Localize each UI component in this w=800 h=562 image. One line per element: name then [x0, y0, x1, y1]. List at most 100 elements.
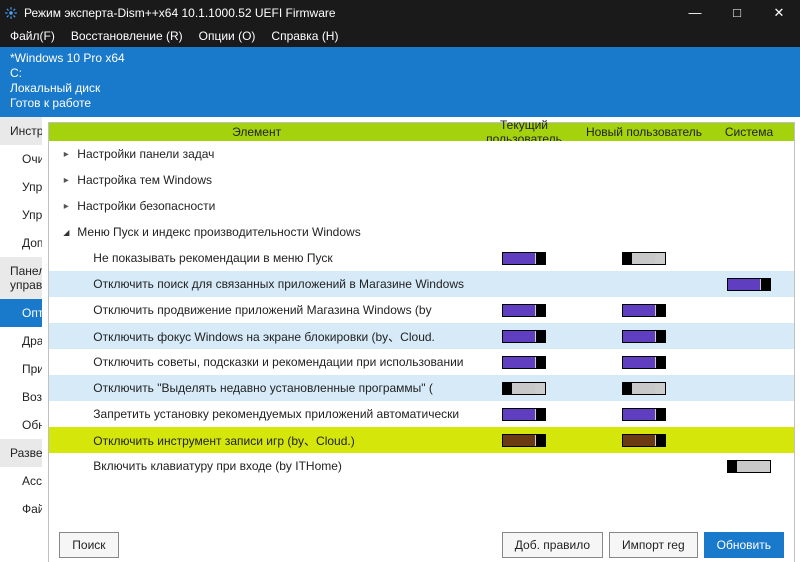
close-button[interactable]: ✕: [758, 0, 800, 25]
cell-current-user: [464, 356, 584, 369]
sidebar-item[interactable]: Обновления: [0, 411, 42, 439]
group-row[interactable]: Меню Пуск и индекс производительности Wi…: [49, 219, 794, 245]
group-row[interactable]: Настройки панели задач: [49, 141, 794, 167]
group-label: Настройки безопасности: [73, 199, 794, 213]
info-drive: C:: [10, 66, 790, 81]
import-reg-button[interactable]: Импорт reg: [609, 532, 698, 558]
toggle-switch[interactable]: [502, 434, 546, 447]
footer-bar: Поиск Доб. правило Импорт reg Обновить: [49, 524, 794, 562]
cell-new-user: [584, 304, 704, 317]
menubar: Файл(F) Восстановление (R) Опции (O) Спр…: [0, 25, 800, 47]
setting-label: Не показывать рекомендации в меню Пуск: [93, 251, 464, 265]
setting-row[interactable]: Отключить инструмент записи игр (by、Clou…: [49, 427, 794, 453]
toggle-switch[interactable]: [622, 330, 666, 343]
sidebar-item[interactable]: Приложения и возможности: [0, 355, 42, 383]
sidebar-item[interactable]: Драйверы: [0, 327, 42, 355]
toggle-switch[interactable]: [502, 304, 546, 317]
toggle-switch[interactable]: [622, 434, 666, 447]
menu-file[interactable]: Файл(F): [2, 25, 63, 47]
setting-row[interactable]: Отключить "Выделять недавно установленны…: [49, 375, 794, 401]
cell-current-user: [464, 252, 584, 265]
cell-new-user: [584, 382, 704, 395]
toggle-switch[interactable]: [622, 382, 666, 395]
setting-row[interactable]: Запретить установку рекомендуемых прилож…: [49, 401, 794, 427]
cell-new-user: [584, 408, 704, 421]
setting-label: Отключить "Выделять недавно установленны…: [93, 381, 464, 395]
expand-icon: [59, 175, 73, 186]
toggle-switch[interactable]: [622, 304, 666, 317]
cell-current-user: [464, 330, 584, 343]
cell-new-user: [584, 434, 704, 447]
group-label: Настройки панели задач: [73, 147, 794, 161]
col-system: Система: [704, 125, 794, 139]
settings-tree[interactable]: Настройки панели задач Настройка тем Wind…: [49, 141, 794, 524]
cell-system: [704, 460, 794, 473]
sidebar-item[interactable]: Оптимизация: [0, 299, 42, 327]
group-row[interactable]: Настройки безопасности: [49, 193, 794, 219]
setting-label: Отключить инструмент записи игр (by、Clou…: [93, 432, 464, 449]
sidebar-item[interactable]: Дополнительно: [0, 229, 42, 257]
toggle-switch[interactable]: [502, 252, 546, 265]
cell-new-user: [584, 356, 704, 369]
column-header: Элемент Текущий пользователь Новый польз…: [49, 123, 794, 141]
add-rule-button[interactable]: Доб. правило: [502, 532, 603, 558]
sidebar-item[interactable]: Управление загрузкой: [0, 173, 42, 201]
setting-label: Включить клавиатуру при входе (by ITHome…: [93, 459, 464, 473]
expand-icon: [59, 228, 73, 237]
info-disk: Локальный диск: [10, 81, 790, 96]
sidebar-item[interactable]: Возможности: [0, 383, 42, 411]
expand-icon: [59, 201, 73, 212]
cell-new-user: [584, 330, 704, 343]
toggle-switch[interactable]: [622, 408, 666, 421]
sidebar-item[interactable]: Очистка: [0, 145, 42, 173]
setting-label: Отключить фокус Windows на экране блокир…: [93, 328, 464, 345]
toggle-switch[interactable]: [502, 356, 546, 369]
setting-row[interactable]: Не показывать рекомендации в меню Пуск: [49, 245, 794, 271]
sidebar: ИнструментыОчисткаУправление загрузкойУп…: [0, 117, 43, 562]
toggle-switch[interactable]: [502, 408, 546, 421]
group-label: Меню Пуск и индекс производительности Wi…: [73, 225, 794, 239]
sidebar-item[interactable]: Файл ответов: [0, 495, 42, 523]
setting-row[interactable]: Включить клавиатуру при входе (by ITHome…: [49, 453, 794, 479]
minimize-button[interactable]: —: [674, 0, 716, 25]
setting-label: Отключить поиск для связанных приложений…: [93, 277, 464, 291]
sidebar-category: Инструменты: [0, 117, 42, 145]
sidebar-item[interactable]: Управление Appx: [0, 201, 42, 229]
setting-row[interactable]: Отключить советы, подсказки и рекомендац…: [49, 349, 794, 375]
toggle-switch[interactable]: [622, 356, 666, 369]
setting-row[interactable]: Отключить продвижение приложений Магазин…: [49, 297, 794, 323]
toggle-switch[interactable]: [502, 382, 546, 395]
toggle-switch[interactable]: [727, 460, 771, 473]
group-label: Настройка тем Windows: [73, 173, 794, 187]
cell-new-user: [584, 252, 704, 265]
setting-row[interactable]: Отключить поиск для связанных приложений…: [49, 271, 794, 297]
sidebar-category: Панель управления: [0, 257, 42, 299]
menu-options[interactable]: Опции (O): [191, 25, 264, 47]
toggle-switch[interactable]: [502, 330, 546, 343]
cell-system: [704, 278, 794, 291]
col-element: Элемент: [49, 125, 464, 139]
cell-current-user: [464, 382, 584, 395]
search-button[interactable]: Поиск: [59, 532, 118, 558]
image-info-banner[interactable]: *Windows 10 Pro x64 C: Локальный диск Го…: [0, 47, 800, 117]
info-status: Готов к работе: [10, 96, 790, 111]
cell-current-user: [464, 408, 584, 421]
setting-label: Отключить продвижение приложений Магазин…: [93, 303, 464, 317]
col-new-user: Новый пользователь: [584, 125, 704, 139]
toggle-switch[interactable]: [727, 278, 771, 291]
menu-restore[interactable]: Восстановление (R): [63, 25, 191, 47]
app-icon: [0, 6, 22, 20]
refresh-button[interactable]: Обновить: [704, 532, 784, 558]
menu-help[interactable]: Справка (H): [263, 25, 346, 47]
titlebar: Режим эксперта-Dism++x64 10.1.1000.52 UE…: [0, 0, 800, 25]
maximize-button[interactable]: □: [716, 0, 758, 25]
toggle-switch[interactable]: [622, 252, 666, 265]
group-row[interactable]: Настройка тем Windows: [49, 167, 794, 193]
cell-current-user: [464, 304, 584, 317]
setting-row[interactable]: Отключить фокус Windows на экране блокир…: [49, 323, 794, 349]
setting-label: Запретить установку рекомендуемых прилож…: [93, 407, 464, 421]
sidebar-category: Развертывание: [0, 439, 42, 467]
window-title: Режим эксперта-Dism++x64 10.1.1000.52 UE…: [22, 6, 674, 20]
sidebar-item[interactable]: Ассоциации файлов: [0, 467, 42, 495]
setting-label: Отключить советы, подсказки и рекомендац…: [93, 355, 464, 369]
